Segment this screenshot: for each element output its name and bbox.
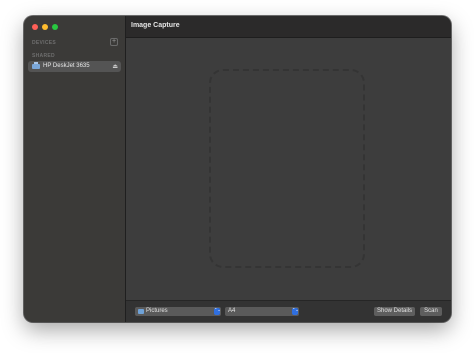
folder-icon — [138, 309, 144, 314]
sidebar-item-label: HP DeskJet 3635 — [43, 63, 90, 69]
show-details-button[interactable]: Show Details — [374, 307, 415, 316]
image-capture-window: DEVICES + SHARED HP DeskJet 3635 ⏏ Image… — [24, 16, 451, 322]
shared-section-header: SHARED — [32, 53, 55, 59]
destination-select[interactable]: Pictures ⌃⌄ — [135, 307, 221, 316]
chevron-updown-icon: ⌃⌄ — [214, 308, 221, 315]
scan-button[interactable]: Scan — [420, 307, 442, 316]
scan-toolbar: Pictures ⌃⌄ A4 ⌃⌄ Show Details Scan — [126, 300, 451, 322]
devices-section-header: DEVICES — [32, 40, 57, 46]
title-bar: Image Capture — [126, 16, 451, 38]
window-title: Image Capture — [131, 22, 180, 29]
paper-size-value: A4 — [228, 308, 236, 314]
sidebar: DEVICES + SHARED HP DeskJet 3635 ⏏ — [24, 16, 126, 322]
main-content: Image Capture Pictures ⌃⌄ A4 ⌃⌄ Show Det… — [126, 16, 451, 322]
scan-preview-area — [209, 69, 365, 268]
printer-icon — [32, 62, 40, 69]
sidebar-item-hp-deskjet[interactable]: HP DeskJet 3635 ⏏ — [28, 61, 121, 72]
zoom-button[interactable] — [52, 24, 58, 30]
destination-value: Pictures — [146, 308, 168, 314]
close-button[interactable] — [32, 24, 38, 30]
window-controls — [32, 24, 58, 30]
add-device-button[interactable]: + — [110, 38, 118, 46]
minimize-button[interactable] — [42, 24, 48, 30]
paper-size-select[interactable]: A4 ⌃⌄ — [225, 307, 299, 316]
eject-icon[interactable]: ⏏ — [112, 63, 118, 70]
chevron-updown-icon: ⌃⌄ — [292, 308, 299, 315]
